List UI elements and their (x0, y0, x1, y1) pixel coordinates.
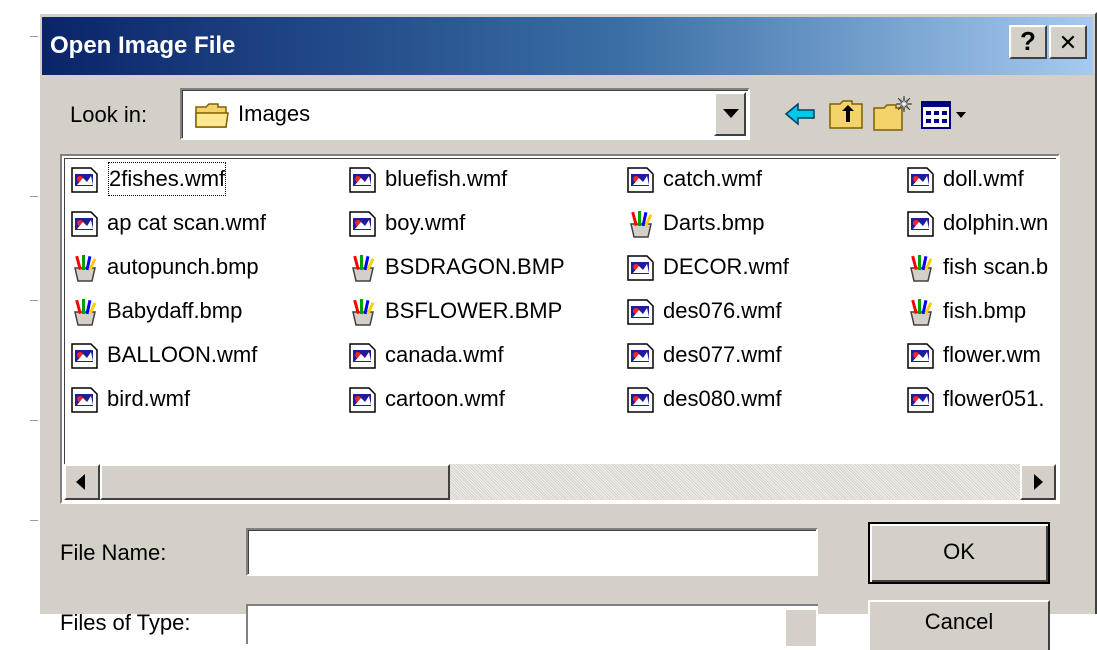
new-folder-icon[interactable] (870, 92, 914, 136)
look-in-dropdown[interactable]: Images (180, 88, 750, 140)
back-arrow-icon[interactable] (778, 92, 822, 136)
metafile-icon (625, 342, 657, 370)
metafile-icon (69, 166, 101, 194)
file-name-label: File Name: (60, 540, 167, 565)
metafile-icon (625, 386, 657, 414)
file-name: canada.wmf (385, 342, 504, 367)
metafile-icon (69, 210, 101, 238)
metafile-icon (625, 166, 657, 194)
chevron-down-icon[interactable] (714, 92, 746, 136)
metafile-icon (69, 386, 101, 414)
metafile-icon (347, 210, 379, 238)
file-name: ap cat scan.wmf (107, 210, 266, 235)
metafile-icon (905, 166, 937, 194)
file-name: flower051. (943, 386, 1045, 411)
up-folder-icon[interactable] (824, 92, 868, 136)
file-name: Babydaff.bmp (107, 298, 243, 323)
metafile-icon (625, 298, 657, 326)
metafile-icon (905, 210, 937, 238)
edge-tick (30, 420, 38, 421)
file-name: bluefish.wmf (385, 166, 508, 191)
file-name: des080.wmf (663, 386, 782, 411)
file-name: 2fishes.wmf (107, 161, 227, 197)
file-name: des076.wmf (663, 298, 782, 323)
metafile-icon (905, 386, 937, 414)
scroll-right-icon[interactable] (1020, 464, 1056, 500)
ok-button[interactable]: OK (868, 522, 1050, 584)
file-name: BALLOON.wmf (107, 342, 258, 367)
file-name: cartoon.wmf (385, 386, 505, 411)
file-name: BSDRAGON.BMP (385, 254, 565, 279)
file-name: DECOR.wmf (663, 254, 789, 279)
close-icon: ✕ (1058, 31, 1078, 56)
bitmap-file-icon (347, 254, 379, 282)
look-in-value: Images (238, 101, 311, 126)
file-name: bird.wmf (107, 386, 191, 411)
file-name: flower.wm (943, 342, 1041, 367)
metafile-icon (905, 342, 937, 370)
file-name: doll.wmf (943, 166, 1024, 191)
file-name: fish scan.b (943, 254, 1049, 279)
metafile-icon (347, 386, 379, 414)
dialog-title: Open Image File (50, 32, 236, 59)
edge-tick (30, 300, 38, 301)
edge-tick (30, 196, 38, 197)
metafile-icon (625, 254, 657, 282)
scroll-left-icon[interactable] (64, 464, 100, 500)
cancel-button[interactable]: Cancel (868, 600, 1050, 650)
bitmap-file-icon (625, 210, 657, 238)
metafile-icon (347, 342, 379, 370)
edge-tick (30, 520, 38, 521)
file-name: catch.wmf (663, 166, 763, 191)
bitmap-file-icon (905, 254, 937, 282)
file-name: fish.bmp (943, 298, 1027, 323)
file-list-viewport: 2fishes.wmf ap cat scan.wmf autopunch.bmp B… (64, 158, 1056, 500)
horizontal-scrollbar[interactable] (64, 464, 1056, 500)
file-type-dropdown[interactable] (246, 604, 818, 646)
file-name: BSFLOWER.BMP (385, 298, 563, 323)
help-button[interactable]: ? (1009, 25, 1047, 59)
title-bar[interactable]: Open Image File ? ✕ (42, 17, 1093, 75)
file-name: des077.wmf (663, 342, 782, 367)
metafile-icon (69, 342, 101, 370)
file-name: dolphin.wn (943, 210, 1049, 235)
background-left (0, 0, 40, 614)
view-menu-icon[interactable] (916, 92, 976, 136)
file-name-input[interactable] (246, 528, 818, 576)
file-list[interactable]: 2fishes.wmf ap cat scan.wmf autopunch.bmp B… (60, 154, 1060, 504)
scrollbar-thumb[interactable] (100, 464, 450, 500)
bitmap-file-icon (69, 298, 101, 326)
edge-tick (30, 36, 38, 37)
bitmap-file-icon (905, 298, 937, 326)
close-button[interactable]: ✕ (1049, 25, 1087, 59)
file-name: boy.wmf (385, 210, 466, 235)
open-image-dialog: Open Image File ? ✕ Look in: Images 2fis… (38, 12, 1097, 650)
folder-icon (194, 101, 230, 134)
metafile-icon (347, 166, 379, 194)
file-name: Darts.bmp (663, 210, 765, 235)
bitmap-file-icon (347, 298, 379, 326)
look-in-label: Look in: (70, 102, 148, 127)
bitmap-file-icon (69, 254, 101, 282)
file-name: autopunch.bmp (107, 254, 259, 279)
